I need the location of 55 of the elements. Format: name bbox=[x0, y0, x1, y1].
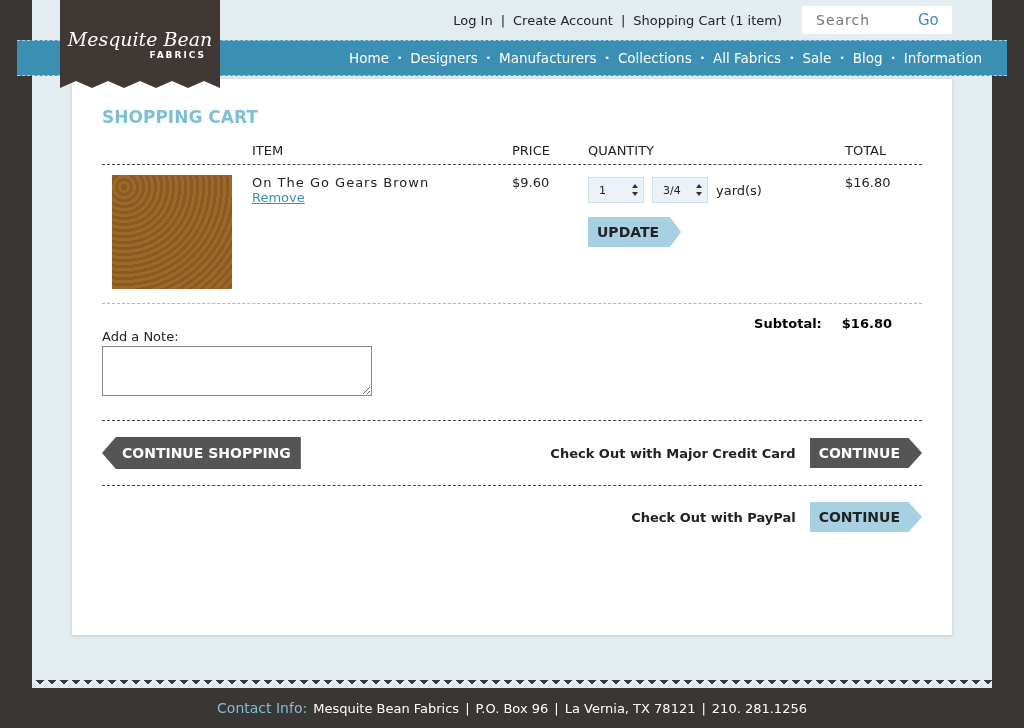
note-field[interactable] bbox=[102, 346, 372, 396]
column-header: QUANTITY bbox=[588, 143, 656, 158]
go-button[interactable]: Go bbox=[918, 11, 939, 29]
footer-separator: | bbox=[554, 700, 559, 716]
contact-text: 210. 281.1256 bbox=[711, 700, 807, 716]
product-name: On The Go Gears Brown bbox=[252, 175, 431, 190]
nav-link[interactable]: Blog bbox=[852, 50, 883, 66]
header-link[interactable]: Shopping Cart (1 item) bbox=[633, 12, 782, 28]
quantity-spinner[interactable]: 1 bbox=[588, 177, 644, 203]
spinner-arrows-icon[interactable] bbox=[631, 183, 639, 197]
header-link[interactable]: Create Account bbox=[513, 12, 613, 28]
nav-link[interactable]: Information bbox=[903, 50, 982, 66]
update-button[interactable]: UPDATE bbox=[588, 217, 682, 247]
nav-link[interactable]: All Fabrics bbox=[713, 50, 782, 66]
nav-separator: • bbox=[890, 53, 896, 63]
column-header: TOTAL bbox=[845, 143, 888, 158]
nav-separator: • bbox=[789, 53, 795, 63]
contact-label: Contact Info: bbox=[217, 700, 308, 716]
contact-text: P.O. Box 96 bbox=[475, 700, 549, 716]
nav-separator: • bbox=[396, 53, 403, 63]
continue-button[interactable]: CONTINUE bbox=[809, 438, 922, 468]
fraction-spinner[interactable]: 3/4 bbox=[652, 177, 708, 203]
contact-text: Mesquite Bean Fabrics bbox=[313, 700, 460, 716]
column-header: ITEM bbox=[252, 143, 285, 158]
column-header: PRICE bbox=[512, 143, 551, 158]
note-label: Add a Note: bbox=[102, 329, 180, 344]
nav-separator: • bbox=[699, 53, 705, 63]
continue-shopping-button[interactable]: CONTINUE SHOPPING bbox=[102, 437, 301, 469]
logo[interactable]: Mesquite Bean FABRICS bbox=[60, 0, 220, 88]
checkout-label: Check Out with Major Credit Card bbox=[550, 445, 796, 461]
remove-link[interactable]: Remove bbox=[252, 190, 305, 205]
subtotal-value: $16.80 bbox=[841, 316, 892, 331]
continue-button[interactable]: CONTINUE bbox=[809, 502, 922, 532]
total-text: $16.80 bbox=[845, 175, 892, 192]
spinner-arrows-icon[interactable] bbox=[695, 183, 703, 197]
footer-separator: | bbox=[701, 700, 706, 716]
nav-separator: • bbox=[839, 53, 845, 63]
nav-link[interactable]: Home bbox=[349, 50, 389, 66]
footer-separator: | bbox=[465, 700, 470, 716]
nav-link[interactable]: Collections bbox=[617, 50, 692, 66]
nav-separator: • bbox=[485, 53, 492, 63]
link-separator: | bbox=[500, 12, 506, 28]
subtotal-label: Subtotal: bbox=[754, 316, 822, 331]
header-link[interactable]: Log In bbox=[453, 12, 493, 28]
link-separator: | bbox=[620, 12, 626, 28]
search-field[interactable]: Search Go bbox=[802, 6, 952, 34]
nav-separator: • bbox=[604, 53, 610, 63]
nav-link[interactable]: Manufacturers bbox=[499, 50, 597, 66]
nav-link[interactable]: Sale bbox=[802, 50, 832, 66]
price-text: $9.60 bbox=[512, 175, 551, 192]
unit-label: yard(s) bbox=[716, 182, 762, 198]
nav-link[interactable]: Designers bbox=[410, 50, 478, 66]
checkout-label: Check Out with PayPal bbox=[631, 509, 796, 525]
page-title: SHOPPING CART bbox=[102, 107, 259, 127]
contact-text: La Vernia, TX 78121 bbox=[564, 700, 696, 716]
